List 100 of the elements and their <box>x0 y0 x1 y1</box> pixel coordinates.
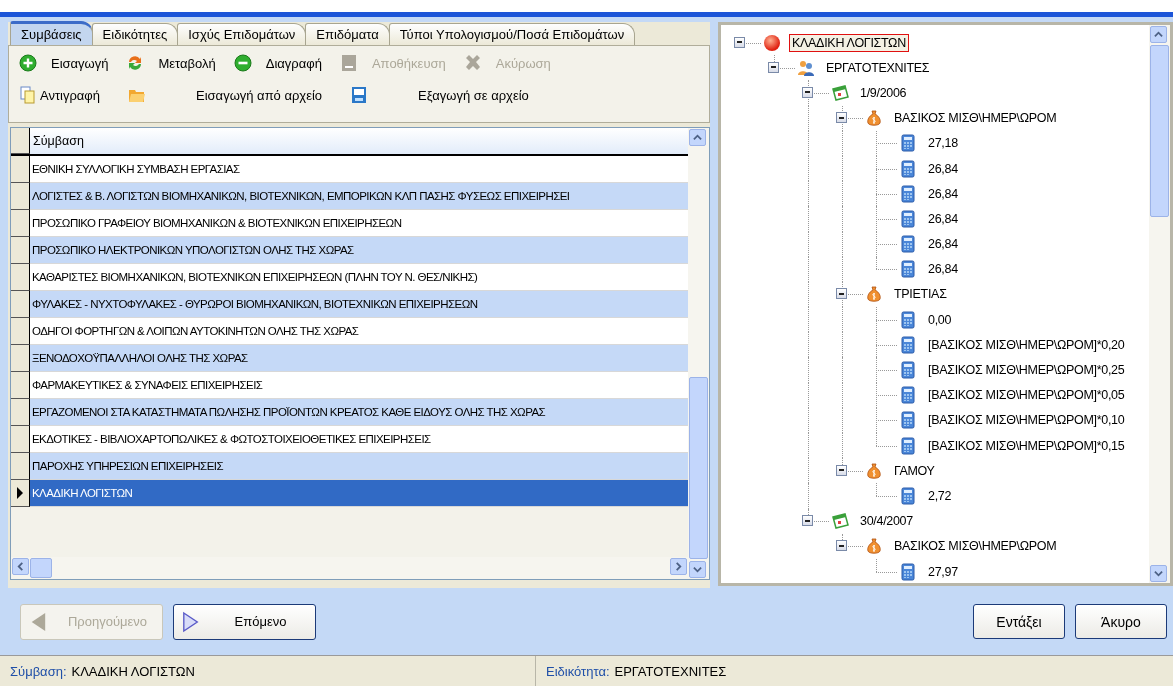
collapse-toggle[interactable] <box>802 515 813 527</box>
tab[interactable]: Συμβάσεις <box>10 21 93 45</box>
collapse-toggle[interactable] <box>768 61 779 73</box>
chevron-up-icon <box>1154 30 1163 39</box>
toolbar-button[interactable]: Μεταβολή <box>124 52 218 74</box>
tree-node[interactable]: ΕΡΓΑΤΟΤΕΧΝΙΤΕΣ <box>823 58 933 77</box>
table-cell[interactable]: ΟΔΗΓΟΙ ΦΟΡΤΗΓΩΝ & ΛΟΙΠΩΝ ΑΥΤΟΚΙΝΗΤΩΝ ΟΛΗΣ ΤΗΣ ΧΩΡΑΣ <box>30 318 688 345</box>
row-header[interactable] <box>11 128 30 154</box>
scroll-thumb[interactable] <box>30 558 52 578</box>
scroll-down-button[interactable] <box>689 561 706 578</box>
scroll-right-icon[interactable] <box>674 562 683 571</box>
collapse-toggle[interactable] <box>734 36 745 48</box>
left-arrow-icon <box>29 610 47 633</box>
tree-node[interactable]: 1/9/2006 <box>857 83 910 102</box>
tree-node[interactable]: 26,84 <box>925 184 961 203</box>
collapse-toggle[interactable] <box>836 112 847 124</box>
scroll-left-icon[interactable] <box>16 562 25 571</box>
ball-icon <box>763 33 781 52</box>
row-header[interactable] <box>11 156 30 183</box>
row-header[interactable] <box>11 183 30 210</box>
collapse-toggle[interactable] <box>836 540 847 552</box>
tree-node[interactable]: 26,84 <box>925 209 961 228</box>
calculator-icon <box>899 184 917 203</box>
tree-node[interactable]: 26,84 <box>925 159 961 178</box>
tree-node[interactable]: [ΒΑΣΙΚΟΣ ΜΙΣΘ\ΗΜΕΡ\ΩΡΟΜ]*0,20 <box>925 335 1128 354</box>
toolbar-button[interactable]: Αντιγραφή <box>17 84 103 106</box>
row-header[interactable] <box>11 480 30 507</box>
calculator-icon <box>899 310 917 329</box>
table-cell[interactable]: ΞΕΝΟΔΟΧΟΫΠΑΛΛΗΛΟΙ ΟΛΗΣ ΤΗΣ ΧΩΡΑΣ <box>30 345 688 372</box>
toolbar-button[interactable]: Εισαγωγή από αρχείο <box>126 84 325 106</box>
tab[interactable]: Ειδικότητες <box>91 23 179 45</box>
collapse-toggle[interactable] <box>836 288 847 300</box>
table-cell[interactable]: ΦΥΛΑΚΕΣ - ΝΥΧΤΟΦΥΛΑΚΕΣ - ΘΥΡΩΡΟΙ ΒΙΟΜΗΧΑΝΙΚΩΝ, ΒΙΟΤΕΧΝΙΚΩΝ ΕΠΙΧΕΙΡΗΣΕΩΝ <box>30 291 688 318</box>
tree-node[interactable]: [ΒΑΣΙΚΟΣ ΜΙΣΘ\ΗΜΕΡ\ΩΡΟΜ]*0,05 <box>925 386 1128 405</box>
table-cell[interactable]: ΕΚΔΟΤΙΚΕΣ - ΒΙΒΛΙΟΧΑΡΤΟΠΩΛΙΚΕΣ & ΦΩΤΟΣΤΟΙΧΕΙΟΘΕΤΙΚΕΣ ΕΠΙΧΕΙΡΗΣΕΙΣ <box>30 426 688 453</box>
row-header[interactable] <box>11 399 30 426</box>
vertical-scrollbar[interactable] <box>688 128 709 579</box>
dialog-button[interactable]: Εντάξει <box>973 604 1065 639</box>
calculator-icon <box>899 361 917 380</box>
row-header[interactable] <box>11 318 30 345</box>
tab[interactable]: Ισχύς Επιδομάτων <box>177 23 307 45</box>
toolbar-button[interactable]: Διαγραφή <box>231 52 324 74</box>
tree-node[interactable]: ΤΡΙΕΤΙΑΣ <box>891 285 950 304</box>
status-label: Σύμβαση: <box>10 663 67 679</box>
scroll-thumb[interactable] <box>1150 45 1169 217</box>
table-cell[interactable]: ΦΑΡΜΑΚΕΥΤΙΚΕΣ & ΣΥΝΑΦΕΙΣ ΕΠΙΧΕΙΡΗΣΕΙΣ <box>30 372 688 399</box>
table-cell[interactable]: ΚΛΑΔΙΚΗ ΛΟΓΙΣΤΩΝ <box>30 480 688 507</box>
toolbar-button[interactable]: Εξαγωγή σε αρχείο <box>348 84 531 106</box>
row-header[interactable] <box>11 237 30 264</box>
tree-node[interactable]: 27,97 <box>925 562 961 581</box>
table-cell[interactable]: ΠΑΡΟΧΗΣ ΥΠΗΡΕΣΙΩΝ ΕΠΙΧΕΙΡΗΣΕΙΣ <box>30 453 688 480</box>
column-header[interactable]: Σύμβαση <box>30 128 688 154</box>
tree-node[interactable]: ΒΑΣΙΚΟΣ ΜΙΣΘ\ΗΜΕΡ\ΩΡΟΜ <box>891 537 1060 556</box>
scroll-up-button[interactable] <box>1150 26 1167 43</box>
tree-node[interactable]: [ΒΑΣΙΚΟΣ ΜΙΣΘ\ΗΜΕΡ\ΩΡΟΜ]*0,25 <box>925 361 1128 380</box>
table-cell[interactable]: ΚΑΘΑΡΙΣΤΕΣ ΒΙΟΜΗΧΑΝΙΚΩΝ, ΒΙΟΤΕΧΝΙΚΩΝ ΕΠΙΧΕΙΡΗΣΕΩΝ (ΠΛΗΝ ΤΟΥ Ν. ΘΕΣ/ΝΙΚΗΣ) <box>30 264 688 291</box>
tree-node[interactable]: 0,00 <box>925 310 955 329</box>
right-arrow-icon <box>182 610 200 633</box>
status-value: ΕΡΓΑΤΟΤΕΧΝΙΤΕΣ <box>614 663 727 679</box>
row-header[interactable] <box>11 210 30 237</box>
tree-node[interactable]: [ΒΑΣΙΚΟΣ ΜΙΣΘ\ΗΜΕΡ\ΩΡΟΜ]*0,10 <box>925 411 1128 430</box>
vertical-scrollbar[interactable] <box>1149 25 1170 583</box>
calculator-icon <box>899 436 917 455</box>
table-cell[interactable]: ΠΡΟΣΩΠΙΚΟ ΗΛΕΚΤΡΟΝΙΚΩΝ ΥΠΟΛΟΓΙΣΤΩΝ ΟΛΗΣ ΤΗΣ ΧΩΡΑΣ <box>30 237 688 264</box>
dialog-button[interactable]: Άκυρο <box>1075 604 1167 639</box>
horizontal-scrollbar[interactable] <box>11 557 688 579</box>
scroll-thumb[interactable] <box>689 377 708 559</box>
tree-node[interactable]: [ΒΑΣΙΚΟΣ ΜΙΣΘ\ΗΜΕΡ\ΩΡΟΜ]*0,15 <box>925 436 1128 455</box>
row-header[interactable] <box>11 264 30 291</box>
row-header[interactable] <box>11 426 30 453</box>
tree-node[interactable]: ΒΑΣΙΚΟΣ ΜΙΣΘ\ΗΜΕΡ\ΩΡΟΜ <box>891 109 1060 128</box>
collapse-toggle[interactable] <box>802 86 813 98</box>
tree-node[interactable]: 26,84 <box>925 235 961 254</box>
people-icon <box>797 58 815 77</box>
table-cell[interactable]: ΕΡΓΑΖΟΜΕΝΟΙ ΣΤΑ ΚΑΤΑΣΤΗΜΑΤΑ ΠΩΛΗΣΗΣ ΠΡΟΪΟΝΤΩΝ ΚΡΕΑΤΟΣ ΚΑΘΕ ΕΙΔΟΥΣ ΟΛΗΣ ΤΗΣ ΧΩΡΑΣ <box>30 399 688 426</box>
tree-node[interactable]: 2,72 <box>925 486 955 505</box>
tab[interactable]: Επιδόματα <box>305 23 390 45</box>
calculator-icon <box>899 335 917 354</box>
calculator-icon <box>899 386 917 405</box>
table-cell[interactable]: ΕΘΝΙΚΗ ΣΥΛΛΟΓΙΚΗ ΣΥΜΒΑΣΗ ΕΡΓΑΣΙΑΣ <box>30 156 688 183</box>
tree-node[interactable]: 26,84 <box>925 260 961 279</box>
tab[interactable]: Τύποι Υπολογισμού/Ποσά Επιδομάτων <box>388 23 636 45</box>
toolbar-button[interactable]: Εισαγωγή <box>17 52 111 74</box>
tree-node[interactable]: 27,18 <box>925 134 961 153</box>
scroll-up-button[interactable] <box>689 129 706 146</box>
scroll-down-button[interactable] <box>1150 565 1167 582</box>
row-header[interactable] <box>11 453 30 480</box>
table-cell[interactable]: ΠΡΟΣΩΠΙΚΟ ΓΡΑΦΕΙΟΥ ΒΙΟΜΗΧΑΝΙΚΩΝ & ΒΙΟΤΕΧΝΙΚΩΝ ΕΠΙΧΕΙΡΗΣΕΩΝ <box>30 210 688 237</box>
calculator-icon <box>899 159 917 178</box>
row-header[interactable] <box>11 372 30 399</box>
add-icon <box>19 54 37 72</box>
tree-node[interactable]: ΓΑΜΟΥ <box>891 461 938 480</box>
row-header[interactable] <box>11 291 30 318</box>
nav-button[interactable]: Επόμενο <box>173 603 316 640</box>
row-header[interactable] <box>11 345 30 372</box>
tree-node[interactable]: 30/4/2007 <box>857 512 916 531</box>
table-cell[interactable]: ΛΟΓΙΣΤΕΣ & Β. ΛΟΓΙΣΤΩΝ ΒΙΟΜΗΧΑΝΙΚΩΝ, ΒΙΟΤΕΧΝΙΚΩΝ, ΕΜΠΟΡΙΚΩΝ ΚΛΠ ΠΑΣΗΣ ΦΥΣΕΩΣ ΕΠΙΧΕΙΡΗΣΕΙ <box>30 183 688 210</box>
collapse-toggle[interactable] <box>836 464 847 476</box>
money-bag-icon <box>865 109 883 128</box>
tree-node[interactable]: ΚΛΑΔΙΚΗ ΛΟΓΙΣΤΩΝ <box>789 33 909 52</box>
